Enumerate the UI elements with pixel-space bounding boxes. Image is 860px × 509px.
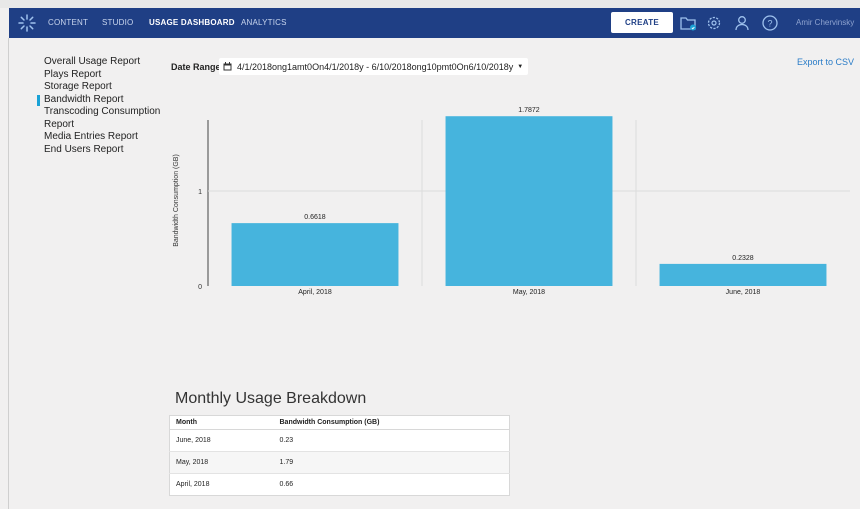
sidebar-item-media-entries[interactable]: Media Entries Report xyxy=(44,131,174,144)
breakdown-title: Monthly Usage Breakdown xyxy=(175,390,367,407)
x-tick-label: June, 2018 xyxy=(726,289,761,296)
x-tick-label: May, 2018 xyxy=(513,289,545,296)
date-range-label: Date Range xyxy=(171,62,221,72)
page-left-border xyxy=(8,38,9,509)
user-name[interactable]: Amir Chervinsky xyxy=(796,18,854,27)
table-header-row: Month Bandwidth Consumption (GB) xyxy=(169,415,510,430)
date-range-dropdown[interactable]: 4/1/2018ong1amt0On4/1/2018y - 6/10/2018o… xyxy=(219,58,529,75)
help-icon[interactable]: ? xyxy=(761,14,779,32)
calendar-icon xyxy=(223,62,232,71)
bandwidth-chart: 0 1 Bandwidth Consumption (GB) 0.6618 April,… xyxy=(173,107,850,296)
table-row: May, 2018 1.79 xyxy=(169,451,510,474)
y-tick-label: 0 xyxy=(198,284,202,291)
table-cell-month: May, 2018 xyxy=(169,451,274,474)
table-row: June, 2018 0.23 xyxy=(169,429,510,452)
svg-text:?: ? xyxy=(767,19,772,29)
y-tick-label: 1 xyxy=(198,189,202,196)
y-axis-label: Bandwidth Consumption (GB) xyxy=(173,154,180,247)
user-icon[interactable] xyxy=(733,14,751,32)
create-button[interactable]: CREATE xyxy=(611,12,673,33)
gear-icon[interactable] xyxy=(705,14,723,32)
chevron-down-icon: ▼ xyxy=(517,63,524,70)
column-header-bandwidth: Bandwidth Consumption (GB) xyxy=(273,415,510,430)
nav-item-usage-dashboard[interactable]: USAGE DASHBOARD xyxy=(149,18,235,27)
nav-item-studio[interactable]: STUDIO xyxy=(102,18,133,27)
sidebar-item-bandwidth[interactable]: Bandwidth Report xyxy=(37,94,174,107)
bar-value-label: 1.7872 xyxy=(518,107,540,114)
folder-upload-icon[interactable] xyxy=(679,14,697,32)
sidebar-item-plays[interactable]: Plays Report xyxy=(44,69,174,82)
export-csv-link[interactable]: Export to CSV xyxy=(797,57,854,67)
table-cell-month: June, 2018 xyxy=(169,429,274,452)
table-cell-month: April, 2018 xyxy=(169,473,274,496)
logo-icon[interactable] xyxy=(17,13,37,33)
sidebar-item-transcoding[interactable]: Transcoding Consumption Report xyxy=(44,106,174,131)
bar[interactable] xyxy=(659,263,827,286)
breakdown-table: Month Bandwidth Consumption (GB) June, 2… xyxy=(169,415,510,496)
x-tick-label: April, 2018 xyxy=(298,289,332,296)
date-range-value: 4/1/2018ong1amt0On4/1/2018y - 6/10/2018o… xyxy=(237,61,514,72)
sidebar-item-overall-usage[interactable]: Overall Usage Report xyxy=(44,56,174,69)
bar-value-label: 0.6618 xyxy=(304,214,326,221)
table-cell-value: 0.23 xyxy=(273,429,510,452)
table-cell-value: 1.79 xyxy=(273,451,510,474)
window-top-strip xyxy=(0,0,860,8)
top-nav-bar: CONTENT STUDIO USAGE DASHBOARD ANALYTICS… xyxy=(9,8,860,38)
report-sidebar: Overall Usage Report Plays Report Storag… xyxy=(37,56,174,157)
sidebar-item-storage[interactable]: Storage Report xyxy=(44,81,174,94)
table-row: April, 2018 0.66 xyxy=(169,473,510,496)
bar[interactable] xyxy=(231,223,399,286)
nav-item-content[interactable]: CONTENT xyxy=(48,18,88,27)
bar-value-label: 0.2328 xyxy=(732,255,754,262)
column-header-month: Month xyxy=(169,415,274,430)
sidebar-item-end-users[interactable]: End Users Report xyxy=(44,144,174,157)
nav-item-analytics[interactable]: ANALYTICS xyxy=(241,18,287,27)
bar[interactable] xyxy=(445,116,613,286)
table-cell-value: 0.66 xyxy=(273,473,510,496)
